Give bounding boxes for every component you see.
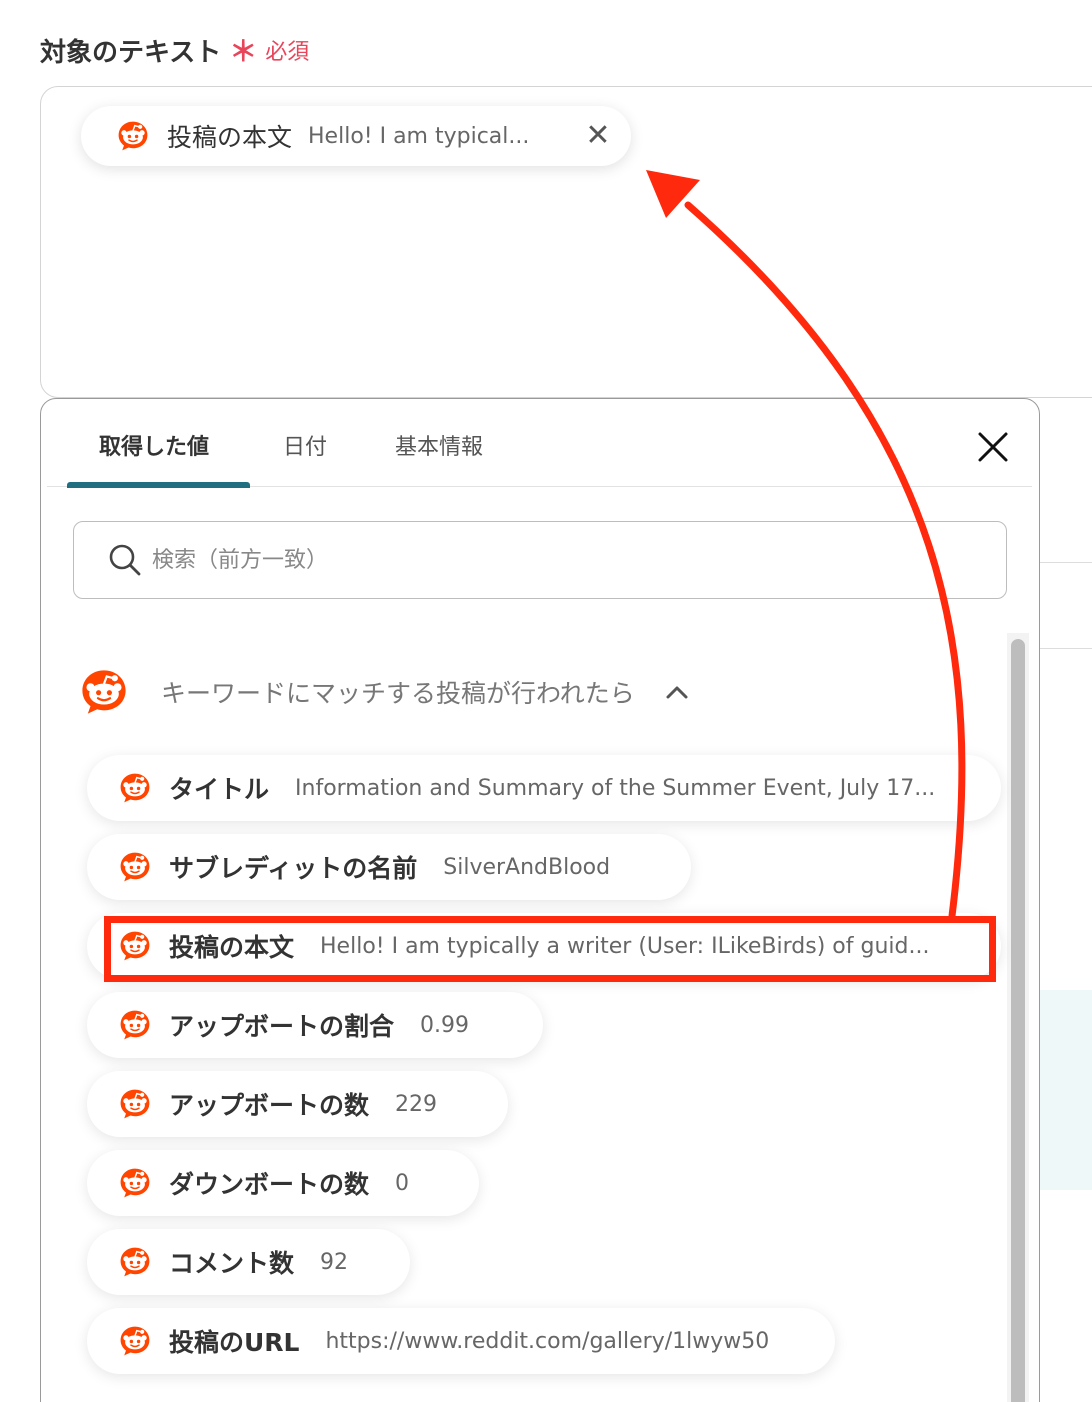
list-item-upvote-count[interactable]: アップボートの数 229 — [87, 1071, 508, 1137]
reddit-icon — [117, 1244, 153, 1280]
tab-bar: 取得した値 日付 基本情報 — [47, 399, 1032, 488]
reddit-icon — [117, 770, 153, 806]
item-label: タイトル — [169, 775, 270, 804]
chip-label: 投稿の本文 — [167, 123, 293, 152]
item-label: アップボートの割合 — [169, 1012, 395, 1041]
chip-value: Hello! I am typical... — [308, 123, 530, 149]
item-value: 92 — [320, 1249, 349, 1275]
tab-date[interactable]: 日付 — [283, 429, 327, 461]
divider — [1040, 562, 1092, 563]
item-value: 0 — [395, 1170, 410, 1196]
item-label: コメント数 — [169, 1249, 295, 1278]
close-icon[interactable]: ✕ — [583, 121, 613, 151]
group-title: キーワードにマッチする投稿が行われたら — [161, 679, 635, 708]
list-item-post-body[interactable]: 投稿の本文 Hello! I am typically a writer (Us… — [87, 913, 1001, 979]
reddit-icon — [117, 1165, 153, 1201]
item-label: 投稿のURL — [169, 1328, 300, 1357]
reddit-icon — [117, 928, 153, 964]
active-tab-indicator — [67, 482, 250, 488]
scroll-thumb[interactable] — [1011, 639, 1025, 1402]
list-item-post-url[interactable]: 投稿のURL https://www.reddit.com/gallery/1l… — [87, 1308, 835, 1374]
item-value: Hello! I am typically a writer (User: IL… — [320, 933, 930, 959]
reddit-icon — [117, 849, 153, 885]
reddit-icon — [117, 1086, 153, 1122]
field-label-text: 対象のテキスト — [40, 37, 222, 68]
reddit-icon — [115, 118, 151, 154]
trigger-group-header[interactable]: キーワードにマッチする投稿が行われたら — [77, 665, 689, 719]
list-item-comment-count[interactable]: コメント数 92 — [87, 1229, 410, 1295]
value-picker-panel: 取得した値 日付 基本情報 キーワードにマッチする投稿が行われたら — [40, 398, 1040, 1402]
required-asterisk: ＊ — [229, 35, 258, 68]
search-icon — [109, 544, 141, 576]
item-label: アップボートの数 — [169, 1091, 370, 1120]
search-box — [73, 521, 1007, 599]
tab-fetched-values[interactable]: 取得した値 — [99, 429, 209, 461]
selected-value-chip[interactable]: 投稿の本文 Hello! I am typical... ✕ — [81, 106, 631, 166]
item-value: 229 — [395, 1091, 438, 1117]
scrollbar[interactable] — [1007, 633, 1029, 1402]
item-value: 0.99 — [420, 1012, 469, 1038]
reddit-icon — [117, 1007, 153, 1043]
item-value: https://www.reddit.com/gallery/1lwyw50 — [325, 1328, 770, 1354]
background-panel — [1038, 990, 1092, 1190]
required-text: 必須 — [265, 40, 310, 65]
list-item-subreddit-name[interactable]: サブレディットの名前 SilverAndBlood — [87, 834, 691, 900]
field-label: 対象のテキスト ＊ 必須 — [40, 30, 309, 70]
page: 対象のテキスト ＊ 必須 投稿の本文 Hello! I am typical..… — [0, 0, 1092, 1402]
list-item-downvote-count[interactable]: ダウンボートの数 0 — [87, 1150, 479, 1216]
chevron-up-icon[interactable] — [665, 684, 689, 700]
list-item-title[interactable]: タイトル Information and Summary of the Summ… — [87, 755, 1001, 821]
close-icon[interactable] — [975, 429, 1011, 465]
item-label: ダウンボートの数 — [169, 1170, 370, 1199]
reddit-icon — [77, 665, 131, 719]
item-value: SilverAndBlood — [443, 854, 611, 880]
search-input[interactable] — [152, 547, 972, 573]
list-item-upvote-ratio[interactable]: アップボートの割合 0.99 — [87, 992, 543, 1058]
tab-basic-info[interactable]: 基本情報 — [395, 429, 483, 461]
item-label: 投稿の本文 — [169, 933, 295, 962]
divider — [1040, 648, 1092, 649]
item-label: サブレディットの名前 — [169, 854, 418, 883]
reddit-icon — [117, 1323, 153, 1359]
item-value: Information and Summary of the Summer Ev… — [295, 775, 936, 801]
target-text-field[interactable]: 投稿の本文 Hello! I am typical... ✕ — [40, 86, 1092, 398]
